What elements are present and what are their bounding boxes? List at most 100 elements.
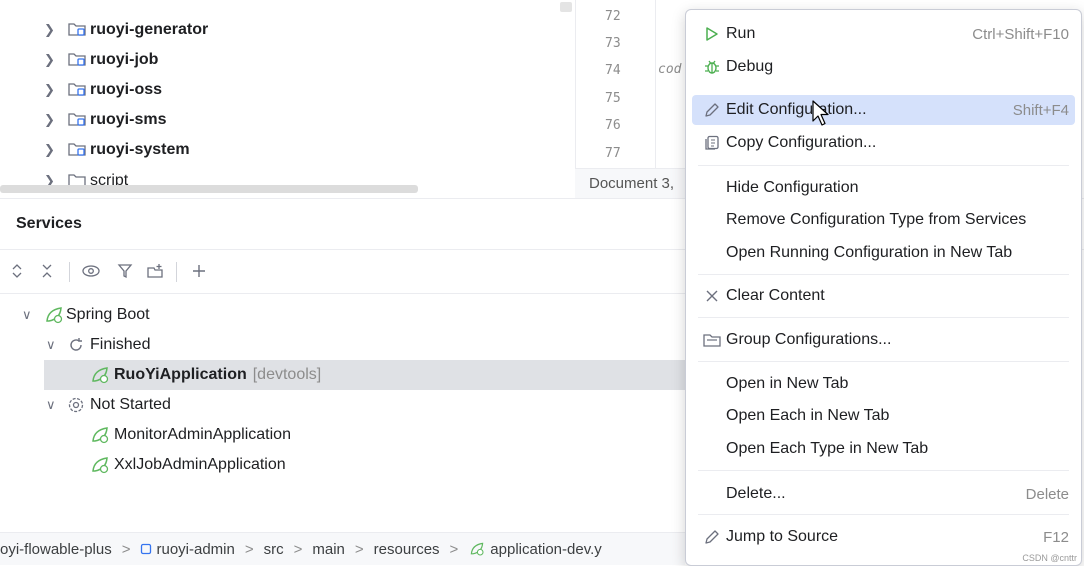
module-folder-icon xyxy=(68,143,86,156)
menu-item-open-each-in-new-tab[interactable]: Open Each in New Tab xyxy=(692,401,1075,431)
service-app-label: RuoYiApplication [devtools] xyxy=(114,366,321,384)
service-node-label: Spring Boot xyxy=(66,306,150,323)
horizontal-scrollbar[interactable] xyxy=(0,185,418,193)
menu-item-open-each-type-in-new-tab[interactable]: Open Each Type in New Tab xyxy=(692,434,1075,464)
view-options-icon[interactable] xyxy=(80,260,102,282)
context-menu: Run Ctrl+Shift+F10 Debug Edit Configurat… xyxy=(685,9,1082,566)
services-panel-title: Services xyxy=(16,215,82,232)
menu-item-shortcut: Ctrl+Shift+F10 xyxy=(972,25,1069,43)
menu-item-open-in-new-tab[interactable]: Open in New Tab xyxy=(692,369,1075,399)
tree-item-ruoyi-job[interactable]: ❯ ruoyi-job xyxy=(0,45,575,75)
expand-all-icon[interactable] xyxy=(6,260,28,282)
menu-item-label: Remove Configuration Type from Services xyxy=(726,211,1027,228)
service-app-label: MonitorAdminApplication xyxy=(114,426,291,443)
breadcrumb-item[interactable]: resources xyxy=(374,541,440,558)
menu-item-hide-configuration[interactable]: Hide Configuration xyxy=(692,173,1075,203)
menu-item-shortcut: Delete xyxy=(1025,485,1069,503)
menu-item-label: Jump to Source xyxy=(726,528,839,545)
module-folder-icon xyxy=(68,53,86,66)
breadcrumb-item[interactable]: src xyxy=(264,541,284,558)
breadcrumb-item[interactable]: ruoyi-admin xyxy=(156,541,234,558)
service-app-monitoradminapplication[interactable]: MonitorAdminApplication xyxy=(0,420,685,450)
add-service-icon[interactable] xyxy=(188,260,210,282)
chevron-down-icon[interactable]: ∨ xyxy=(46,337,56,353)
service-app-ruoyiapplication[interactable]: RuoYiApplication [devtools] xyxy=(44,360,685,390)
menu-item-label: Open in New Tab xyxy=(726,375,849,392)
chevron-right-icon: > xyxy=(121,540,131,558)
menu-item-edit-configuration[interactable]: Edit Configuration... Shift+F4 xyxy=(692,95,1075,125)
line-number-gutter: 72 73 74 75 76 77 xyxy=(575,0,653,168)
menu-item-copy-configuration[interactable]: Copy Configuration... xyxy=(692,128,1075,158)
pencil-icon xyxy=(702,527,722,547)
project-tree: ❯ ruoyi-generator ❯ ruoyi-job ❯ ruoyi-os… xyxy=(0,0,575,198)
service-app-label: XxlJobAdminApplication xyxy=(114,456,286,473)
line-number: 73 xyxy=(605,36,621,51)
chevron-down-icon[interactable]: ∨ xyxy=(46,397,56,413)
spring-boot-icon xyxy=(92,367,109,384)
toolbar-separator xyxy=(69,262,70,282)
line-number: 75 xyxy=(605,91,621,106)
service-group-label: Not Started xyxy=(90,396,171,413)
spring-boot-icon xyxy=(92,457,109,474)
chevron-down-icon[interactable]: ∨ xyxy=(22,307,32,323)
menu-item-clear-content[interactable]: Clear Content xyxy=(692,281,1075,311)
close-icon xyxy=(702,286,722,306)
new-group-icon[interactable] xyxy=(144,260,166,282)
menu-item-jump-to-source[interactable]: Jump to Source F12 xyxy=(692,522,1075,552)
refresh-icon xyxy=(70,338,82,351)
chevron-right-icon: > xyxy=(449,540,459,558)
menu-item-label: Run xyxy=(726,25,756,42)
editor-status-bar: Document 3, xyxy=(575,168,685,199)
service-app-xxljobadminapplication[interactable]: XxlJobAdminApplication xyxy=(0,450,685,480)
document-status-text: Document 3, xyxy=(589,175,675,192)
toolbar-separator xyxy=(176,262,177,282)
service-group-finished[interactable]: ∨ Finished xyxy=(0,330,685,360)
vertical-scrollbar[interactable] xyxy=(560,2,572,12)
menu-item-run[interactable]: Run Ctrl+Shift+F10 xyxy=(692,19,1075,49)
chevron-right-icon[interactable]: ❯ xyxy=(44,82,55,98)
breadcrumb-item[interactable]: main xyxy=(312,541,345,558)
module-icon xyxy=(141,543,152,555)
collapse-all-icon[interactable] xyxy=(36,260,58,282)
tree-item-ruoyi-system[interactable]: ❯ ruoyi-system xyxy=(0,135,575,165)
spring-boot-icon xyxy=(46,307,63,324)
chevron-right-icon: > xyxy=(354,540,364,558)
menu-item-delete[interactable]: Delete... Delete xyxy=(692,479,1075,509)
services-toolbar xyxy=(0,256,240,288)
tree-item-label: ruoyi-generator xyxy=(90,21,209,38)
run-icon xyxy=(702,24,722,44)
tree-item-ruoyi-oss[interactable]: ❯ ruoyi-oss xyxy=(0,75,575,105)
group-icon xyxy=(702,330,722,350)
line-number: 76 xyxy=(605,118,621,133)
breadcrumb-item[interactable]: application-dev.y xyxy=(490,541,601,558)
chevron-right-icon: > xyxy=(293,540,303,558)
menu-item-open-running-configuration[interactable]: Open Running Configuration in New Tab xyxy=(692,238,1075,268)
app-name: RuoYiApplication xyxy=(114,366,247,383)
menu-item-group-configurations[interactable]: Group Configurations... xyxy=(692,325,1075,355)
menu-separator xyxy=(698,470,1069,471)
menu-separator xyxy=(698,514,1069,515)
tree-item-label: ruoyi-system xyxy=(90,141,190,158)
menu-item-shortcut: F12 xyxy=(1043,528,1069,546)
breadcrumb: oyi-flowable-plus > ruoyi-admin > src > … xyxy=(0,532,685,565)
menu-item-label: Hide Configuration xyxy=(726,179,859,196)
service-node-spring-boot[interactable]: ∨ Spring Boot xyxy=(0,300,685,330)
divider xyxy=(0,293,685,294)
chevron-right-icon[interactable]: ❯ xyxy=(44,112,55,128)
service-group-label: Finished xyxy=(90,336,151,353)
chevron-right-icon[interactable]: ❯ xyxy=(44,52,55,68)
tree-item-label: ruoyi-job xyxy=(90,51,159,68)
app-tag: [devtools] xyxy=(252,366,322,383)
spring-boot-icon xyxy=(92,427,109,444)
tree-item-ruoyi-sms[interactable]: ❯ ruoyi-sms xyxy=(0,105,575,135)
filter-icon[interactable] xyxy=(114,260,136,282)
breadcrumb-item[interactable]: oyi-flowable-plus xyxy=(0,541,112,558)
menu-item-shortcut: Shift+F4 xyxy=(1012,101,1069,119)
service-group-not-started[interactable]: ∨ Not Started xyxy=(0,390,685,420)
chevron-right-icon[interactable]: ❯ xyxy=(44,22,55,38)
chevron-right-icon[interactable]: ❯ xyxy=(44,142,55,158)
menu-item-debug[interactable]: Debug xyxy=(692,52,1075,82)
menu-item-remove-configuration-type[interactable]: Remove Configuration Type from Services xyxy=(692,205,1075,235)
tree-item-ruoyi-generator[interactable]: ❯ ruoyi-generator xyxy=(0,15,575,45)
tree-item-label: ruoyi-sms xyxy=(90,111,167,128)
